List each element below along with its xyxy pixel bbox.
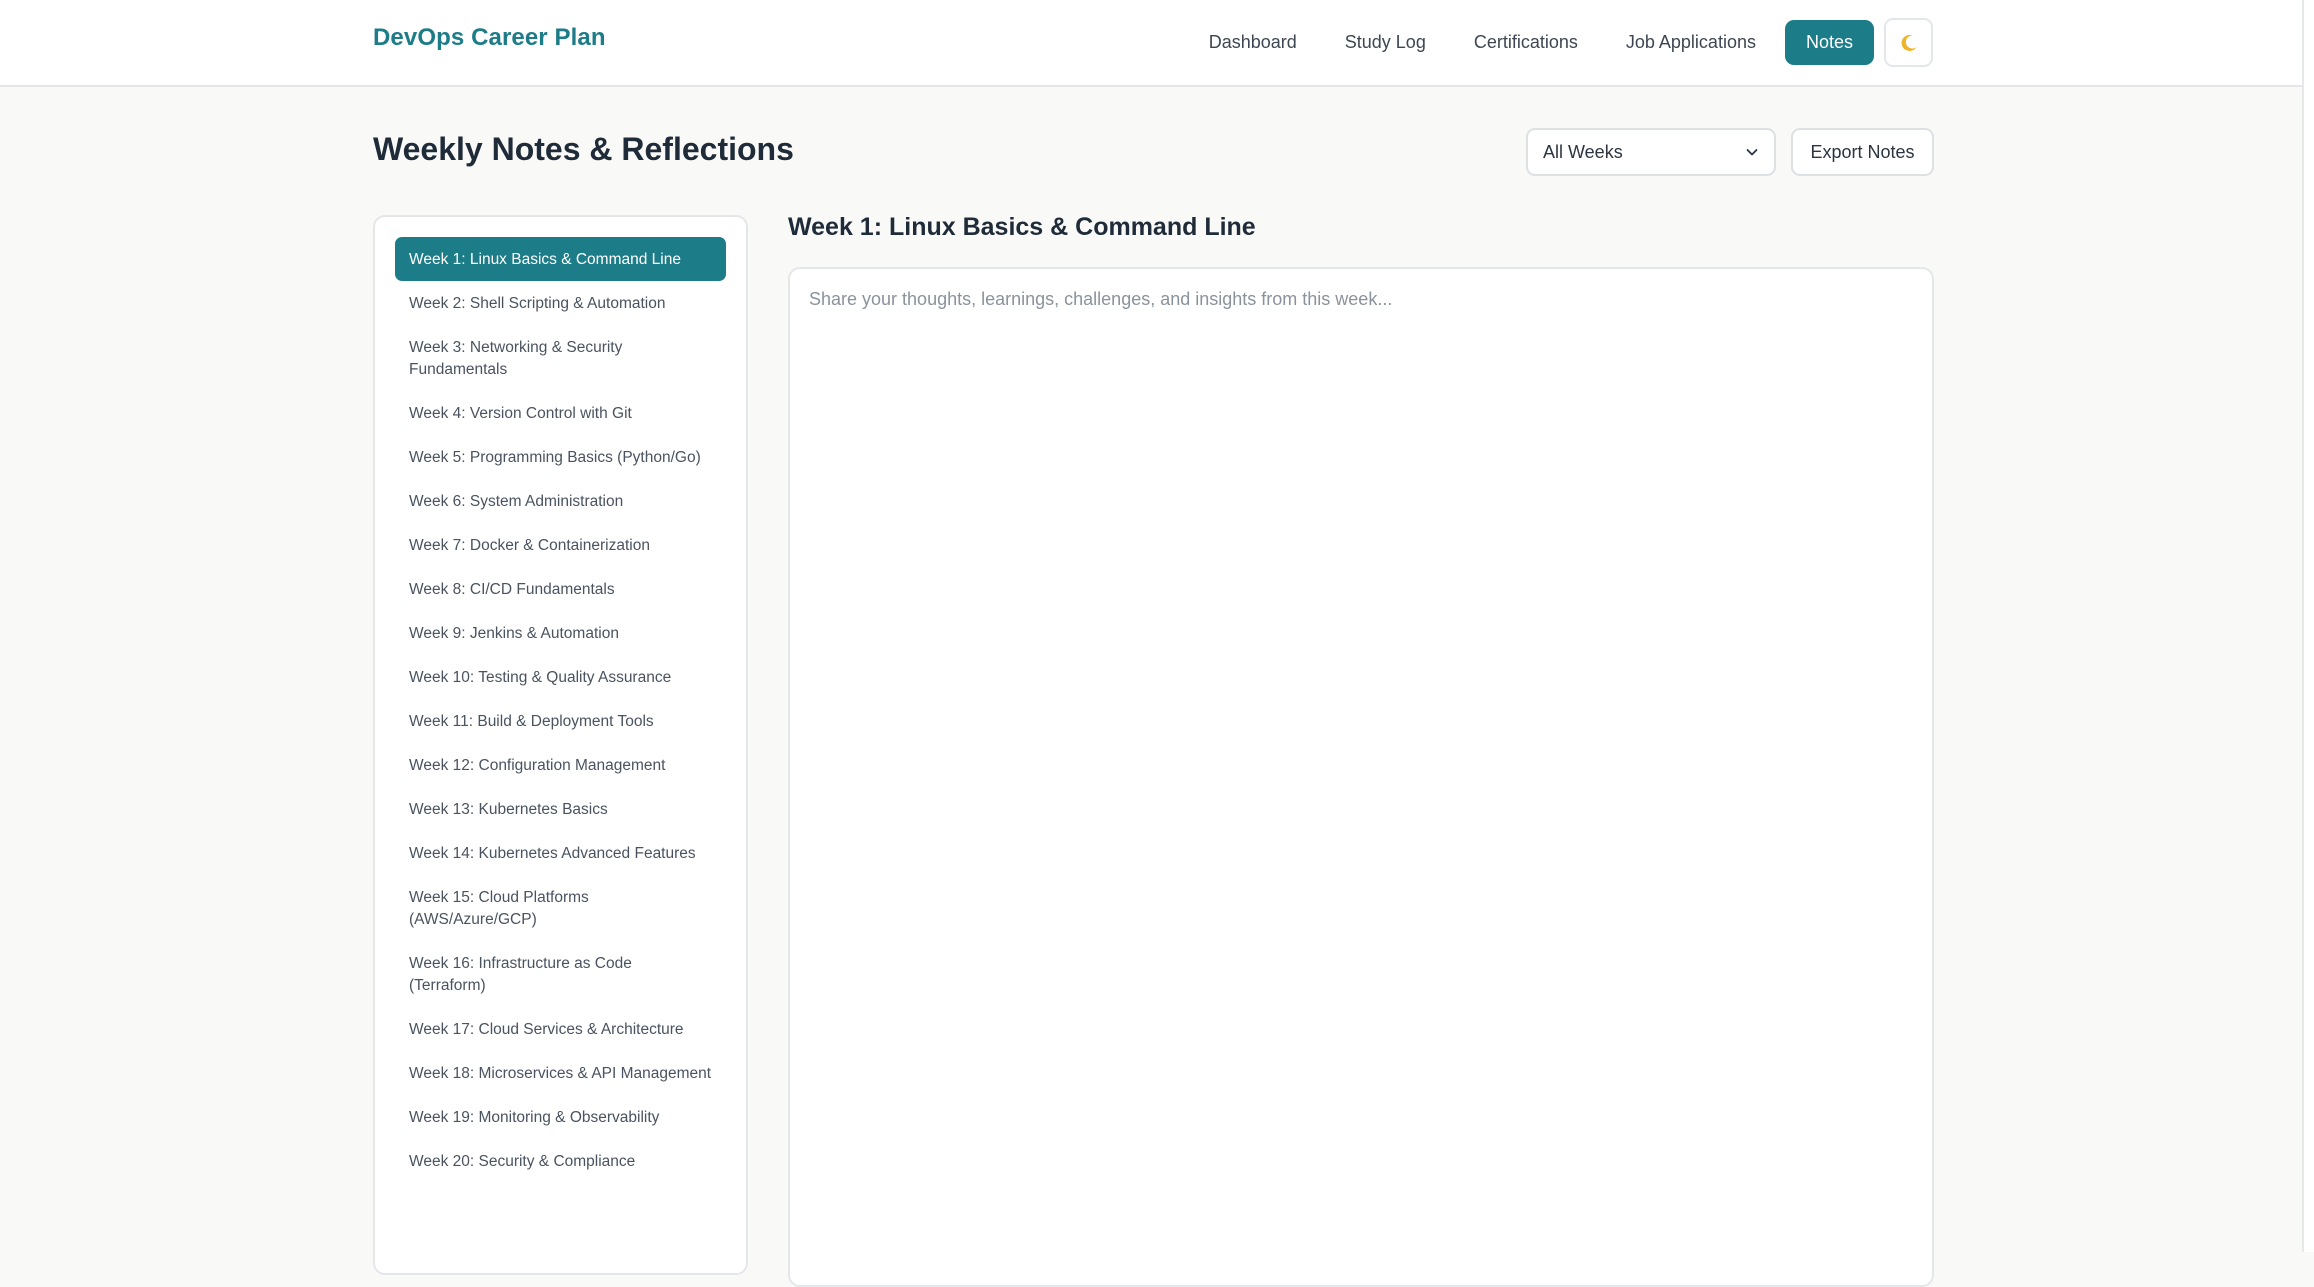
week-list: Week 1: Linux Basics & Command Line Week… — [395, 237, 726, 1183]
export-notes-button[interactable]: Export Notes — [1791, 128, 1934, 176]
page-scrollbar[interactable] — [2302, 0, 2314, 1252]
week-item-10[interactable]: Week 10: Testing & Quality Assurance — [395, 655, 726, 699]
nav-job-applications[interactable]: Job Applications — [1602, 20, 1780, 65]
week-list-panel: Week 1: Linux Basics & Command Line Week… — [373, 215, 748, 1275]
week-item-12[interactable]: Week 12: Configuration Management — [395, 743, 726, 787]
week-item-7[interactable]: Week 7: Docker & Containerization — [395, 523, 726, 567]
page-title: Weekly Notes & Reflections — [373, 131, 794, 167]
week-item-9[interactable]: Week 9: Jenkins & Automation — [395, 611, 726, 655]
brand-title[interactable]: DevOps Career Plan — [373, 24, 606, 52]
nav-certifications[interactable]: Certifications — [1450, 20, 1602, 65]
top-navigation-bar: DevOps Career Plan Dashboard Study Log C… — [0, 0, 2314, 87]
weekly-notes-textarea[interactable] — [788, 267, 1934, 1287]
week-item-11[interactable]: Week 11: Build & Deployment Tools — [395, 699, 726, 743]
theme-toggle-button[interactable] — [1884, 18, 1933, 67]
moon-icon — [1901, 34, 1916, 51]
week-item-4[interactable]: Week 4: Version Control with Git — [395, 391, 726, 435]
chevron-down-icon — [1746, 149, 1758, 156]
nav-dashboard[interactable]: Dashboard — [1185, 20, 1321, 65]
week-filter-select[interactable]: All Weeks — [1526, 128, 1776, 176]
week-item-16[interactable]: Week 16: Infrastructure as Code (Terrafo… — [395, 941, 726, 1007]
week-item-13[interactable]: Week 13: Kubernetes Basics — [395, 787, 726, 831]
editor-week-title: Week 1: Linux Basics & Command Line — [788, 213, 1256, 241]
week-item-14[interactable]: Week 14: Kubernetes Advanced Features — [395, 831, 726, 875]
week-item-5[interactable]: Week 5: Programming Basics (Python/Go) — [395, 435, 726, 479]
week-item-17[interactable]: Week 17: Cloud Services & Architecture — [395, 1007, 726, 1051]
week-item-18[interactable]: Week 18: Microservices & API Management — [395, 1051, 726, 1095]
main-nav: Dashboard Study Log Certifications Job A… — [1185, 18, 1933, 67]
week-item-20[interactable]: Week 20: Security & Compliance — [395, 1139, 726, 1183]
nav-study-log[interactable]: Study Log — [1321, 20, 1450, 65]
nav-notes[interactable]: Notes — [1784, 20, 1874, 65]
week-item-6[interactable]: Week 6: System Administration — [395, 479, 726, 523]
week-item-15[interactable]: Week 15: Cloud Platforms (AWS/Azure/GCP) — [395, 875, 726, 941]
week-item-1[interactable]: Week 1: Linux Basics & Command Line — [395, 237, 726, 281]
week-item-8[interactable]: Week 8: CI/CD Fundamentals — [395, 567, 726, 611]
week-filter-value: All Weeks — [1543, 141, 1623, 162]
week-item-3[interactable]: Week 3: Networking & Security Fundamenta… — [395, 325, 726, 391]
week-item-2[interactable]: Week 2: Shell Scripting & Automation — [395, 281, 726, 325]
week-item-19[interactable]: Week 19: Monitoring & Observability — [395, 1095, 726, 1139]
